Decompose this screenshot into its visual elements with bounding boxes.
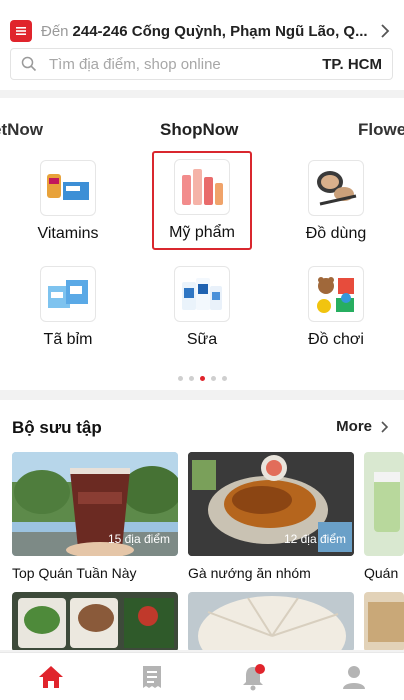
category-label: Mỹ phẩm (169, 224, 235, 241)
city-selector[interactable]: TP. HCM (322, 56, 382, 73)
bottom-nav (0, 652, 404, 700)
category-label: Tã bỉm (43, 331, 93, 348)
collection-title: Gà nướng ăn nhóm (188, 565, 311, 581)
collection-card[interactable]: 12 địa điểm (188, 452, 354, 556)
nav-orders[interactable] (101, 653, 202, 700)
search-input[interactable] (49, 55, 323, 73)
more-label: More (336, 418, 372, 435)
section-title: Bộ sưu tập (12, 418, 102, 437)
collection-card[interactable]: 15 địa điểm (12, 452, 178, 556)
category-vitamins[interactable]: Vitamins (18, 160, 118, 243)
milk-icon (174, 266, 230, 322)
nav-profile[interactable] (303, 653, 404, 700)
category-cosmetics[interactable]: Mỹ phẩm (152, 151, 252, 250)
collection-image (364, 592, 404, 650)
category-label: Sữa (186, 331, 218, 348)
notifications-icon (242, 663, 265, 690)
chevron-right-icon[interactable] (376, 22, 394, 40)
category-diapers[interactable]: Tã bỉm (18, 266, 118, 349)
page-dot[interactable] (188, 376, 194, 381)
collection-card[interactable] (12, 592, 178, 650)
collection-image (188, 592, 354, 650)
page-dot[interactable] (177, 376, 183, 381)
collection-card[interactable] (364, 452, 404, 556)
menu-icon[interactable] (10, 20, 32, 42)
category-makeup-supplies[interactable]: Đồ dùng (286, 160, 386, 243)
place-count: 15 địa điểm (107, 532, 170, 546)
category-label: Vitamins (37, 225, 99, 242)
place-count: 12 địa điểm (283, 532, 346, 546)
toys-icon (308, 266, 364, 322)
tab-shopnow[interactable]: ShopNow (160, 120, 238, 140)
category-milk[interactable]: Sữa (152, 266, 252, 349)
diapers-icon (40, 266, 96, 322)
orders-icon (142, 665, 161, 688)
page-indicator (0, 376, 404, 381)
tab-flownow[interactable]: Flowe (358, 120, 404, 140)
vitamins-icon (40, 160, 96, 216)
more-button[interactable]: More (336, 418, 392, 435)
collection-image (364, 452, 404, 556)
nav-home[interactable] (0, 653, 101, 700)
address-text: 244-246 Cống Quỳnh, Phạm Ngũ Lão, Q... (72, 22, 368, 40)
service-categories: etNow ShopNow Flowe Vitamins Mỹ phẩm Đồ … (0, 98, 404, 390)
home-icon (38, 665, 63, 688)
header: Đến 244-246 Cống Quỳnh, Phạm Ngũ Lão, Q..… (0, 0, 404, 90)
delivery-address: Đến 244-246 Cống Quỳnh, Phạm Ngũ Lão, Q..… (41, 23, 376, 40)
address-prefix: Đến (41, 22, 69, 40)
nav-notifications[interactable] (202, 653, 303, 700)
category-toys[interactable]: Đồ chơi (286, 266, 386, 349)
profile-icon (342, 665, 365, 689)
page-dot[interactable] (210, 376, 216, 381)
collection-card[interactable] (188, 592, 354, 650)
page-dot-active[interactable] (199, 376, 205, 381)
collection-title: Quán (364, 565, 399, 581)
collection-image (12, 592, 178, 650)
search-icon (21, 56, 37, 72)
makeup-supplies-icon (308, 160, 364, 216)
collections-section: Bộ sưu tập More 15 địa điểm 12 địa điểm … (0, 400, 404, 650)
category-label: Đồ dùng (305, 225, 367, 242)
page-dot[interactable] (221, 376, 227, 381)
cosmetics-icon (174, 159, 230, 215)
chevron-right-icon (381, 420, 389, 433)
category-label: Đồ chơi (308, 331, 364, 348)
search-bar[interactable]: TP. HCM (10, 48, 393, 80)
collection-title: Top Quán Tuần Này (12, 565, 137, 581)
tab-getnow[interactable]: etNow (0, 120, 43, 140)
collection-card[interactable] (364, 592, 404, 650)
delivery-address-bar[interactable]: Đến 244-246 Cống Quỳnh, Phạm Ngũ Lão, Q..… (10, 18, 394, 44)
